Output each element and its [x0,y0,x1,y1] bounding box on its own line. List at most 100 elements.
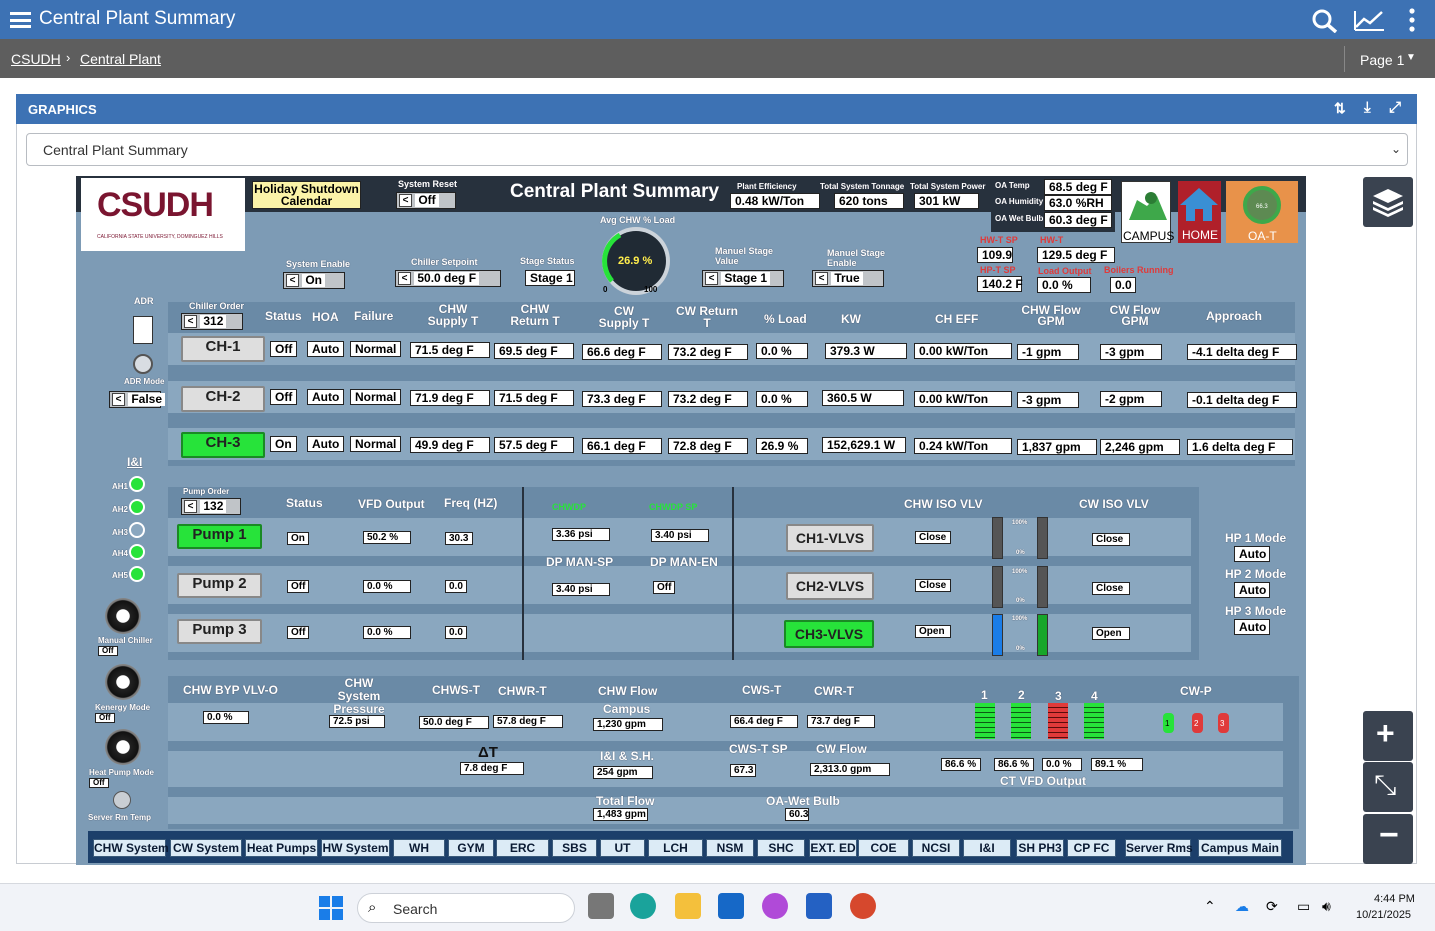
pump1-button[interactable]: Pump 1 [177,524,262,549]
ch2-button[interactable]: CH-2 [181,386,265,412]
taskbar-search[interactable]: ⌕ Search [357,893,575,923]
graphic-select[interactable]: Central Plant Summary ⌄ [26,133,1408,166]
avg-load-value: 26.9 % [618,255,653,267]
hp3-mode-label: HP 3 Mode [1225,604,1287,618]
total-tonnage-value: 620 tons [834,193,904,209]
sort-icon[interactable]: ⇅ [1334,100,1346,117]
kenergy-mode-knob[interactable] [105,664,141,700]
ch1-vlvs-button[interactable]: CH1-VLVS [786,524,874,552]
edge-icon[interactable] [630,893,656,919]
oat-button[interactable]: 66.3 OA-T [1226,181,1298,243]
volume-icon[interactable]: 🔊︎ [1322,898,1331,915]
task-view-icon[interactable] [588,893,614,919]
ct4-tower-icon[interactable] [1084,703,1104,739]
outlook-icon[interactable] [718,893,744,919]
total-flow-label: Total Flow [596,794,655,808]
chiller-setpoint-label: Chiller Setpoint [411,257,478,267]
network-icon[interactable]: ▭ [1297,898,1310,915]
chiller-setpoint-control[interactable]: < 50.0 deg F [395,270,501,287]
nav-button-i-i[interactable]: I&I [963,839,1011,857]
adr-target-icon[interactable] [133,354,153,374]
nav-button-sh-ph3[interactable]: SH PH3 [1016,839,1064,857]
breadcrumb-root-link[interactable]: CSUDH [11,51,61,67]
ch2-vlvs-button[interactable]: CH2-VLVS [786,572,874,600]
nav-button-erc[interactable]: ERC [496,839,549,857]
page-selector[interactable]: Page 1 [1360,52,1404,68]
pump2-button[interactable]: Pump 2 [177,573,262,598]
nav-button-cw-system[interactable]: CW System [170,839,242,857]
nav-button-gym[interactable]: GYM [448,839,494,857]
clock-date[interactable]: 10/21/2025 [1356,909,1411,921]
ch3-vlvs-button[interactable]: CH3-VLVS [784,620,874,648]
chiller-order-control[interactable]: < 312 [181,313,243,330]
manual-chiller-knob[interactable] [105,598,141,634]
word-icon[interactable] [806,893,832,919]
home-icon [1180,188,1218,221]
ch3-failure: Normal [350,436,402,452]
clock-time[interactable]: 4:44 PM [1374,893,1415,905]
manual-stage-enable-control[interactable]: < True [812,270,884,287]
top-bar: Central Plant Summary [0,0,1435,39]
pump3-status: Off [287,626,310,639]
nav-button-ncsi[interactable]: NCSI [912,839,960,857]
cwp2-pump-icon[interactable]: 2 [1192,713,1203,733]
nav-button-lch[interactable]: LCH [648,839,703,857]
system-reset-control[interactable]: < Off [396,192,456,209]
breadcrumb-current-link[interactable]: Central Plant [80,51,161,67]
ch1-cw-return: 73.2 deg F [668,344,748,360]
trend-chart-icon[interactable] [1354,9,1385,31]
nav-button-campus-main[interactable]: Campus Main [1198,839,1282,857]
hamburger-menu-icon[interactable] [10,12,31,28]
system-enable-control[interactable]: < On [283,272,345,289]
pump3-button[interactable]: Pump 3 [177,619,262,644]
layers-icon[interactable] [1363,177,1413,227]
sync-icon[interactable]: ⟳ [1266,898,1278,915]
nav-button-coe[interactable]: COE [858,839,909,857]
ct3-tower-icon[interactable] [1048,703,1068,739]
adr-mode-control[interactable]: < False [109,391,166,408]
more-vertical-icon[interactable] [1407,8,1417,32]
nav-button-cp-fc[interactable]: CP FC [1067,839,1116,857]
cwp3-pump-icon[interactable]: 3 [1218,713,1229,733]
nav-button-shc[interactable]: SHC [757,839,805,857]
manual-stage-control[interactable]: < Stage 1 [702,270,784,287]
campus-button[interactable]: CAMPUS [1121,181,1174,243]
system-reset-value: Off [415,194,439,207]
ct2-tower-icon[interactable] [1011,703,1031,739]
nav-button-chw-system[interactable]: CHW System [93,839,169,857]
ct1-tower-icon[interactable] [975,703,995,739]
total-power-value: 301 kW [914,193,979,209]
zoom-in-icon[interactable]: + [1363,711,1413,761]
download-icon[interactable]: ⤓ [1364,99,1371,116]
holiday-calendar-button[interactable]: Holiday Shutdown Calendar [252,181,361,209]
onedrive-icon[interactable]: ☁ [1235,898,1249,915]
adr-switch-icon[interactable] [133,316,153,344]
zoom-out-icon[interactable]: − [1363,814,1413,864]
fit-view-icon[interactable]: ⤡ [1363,762,1413,812]
home-button[interactable]: HOME [1178,181,1221,243]
copilot-icon[interactable] [762,893,788,919]
chevron-up-icon[interactable]: ⌃ [1204,898,1216,915]
nav-button-ext-ed[interactable]: EXT. ED [809,839,857,857]
nav-button-sbs[interactable]: SBS [552,839,597,857]
server-temp-icon[interactable] [113,791,131,809]
file-explorer-icon[interactable] [675,893,701,919]
heat-pump-mode-knob[interactable] [105,729,141,765]
nav-button-wh[interactable]: WH [393,839,445,857]
nav-button-hw-system[interactable]: HW System [321,839,390,857]
cwp1-pump-icon[interactable]: 1 [1163,713,1174,733]
chevron-down-icon[interactable]: ▼ [1406,52,1416,63]
nav-button-ut[interactable]: UT [600,839,645,857]
powerpoint-icon[interactable] [850,893,876,919]
ah5-label: AH5 [112,571,129,580]
search-icon[interactable] [1311,8,1338,33]
chwr-t-label: CHWR-T [498,684,547,698]
ch3-button[interactable]: CH-3 [181,432,265,458]
windows-start-icon[interactable] [319,896,343,920]
nav-button-nsm[interactable]: NSM [706,839,754,857]
nav-button-heat-pumps[interactable]: Heat Pumps [245,839,318,857]
pump-order-control[interactable]: < 132 [181,498,241,515]
ch1-button[interactable]: CH-1 [181,336,265,362]
nav-button-server-rms[interactable]: Server Rms [1125,839,1193,857]
expand-icon[interactable]: ⤢ [1389,99,1401,116]
